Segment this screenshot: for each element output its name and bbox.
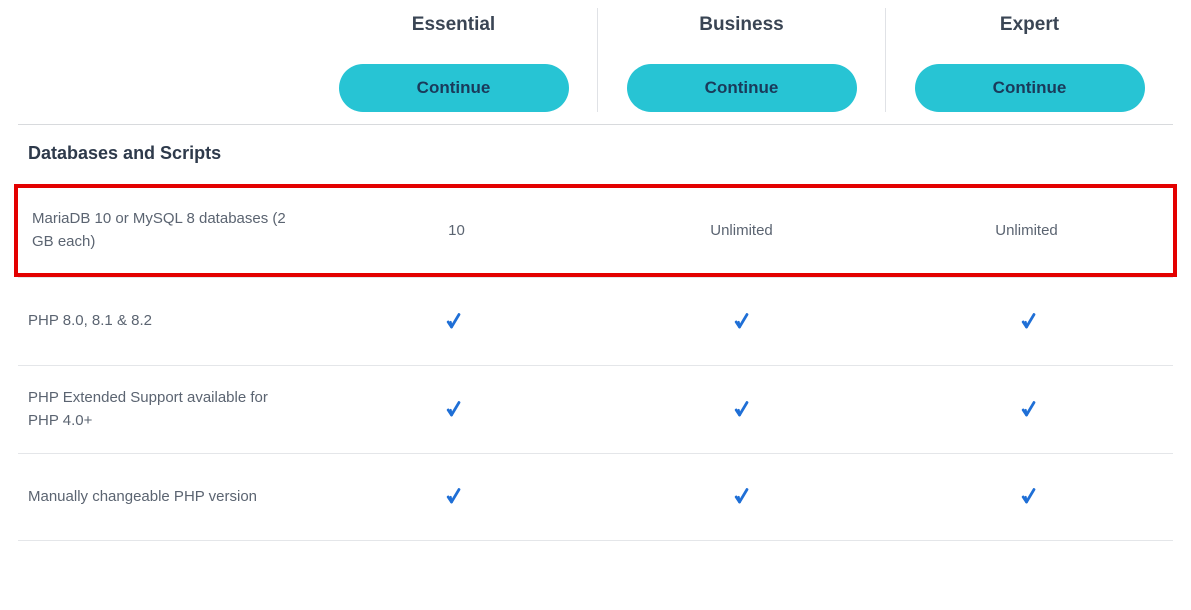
feature-label: PHP 8.0, 8.1 & 8.2 <box>18 290 310 353</box>
feature-value: 10 <box>314 202 599 259</box>
plan-column-essential: Essential Continue <box>310 8 597 112</box>
table-row: PHP Extended Support available for PHP 4… <box>18 365 1173 453</box>
check-icon <box>732 399 752 421</box>
feature-label: Manually changeable PHP version <box>18 466 310 529</box>
feature-value <box>885 379 1173 441</box>
plan-header-row: Essential Continue Business Continue Exp… <box>18 8 1173 112</box>
check-icon <box>444 399 464 421</box>
continue-button-business[interactable]: Continue <box>627 64 857 112</box>
check-icon <box>732 486 752 508</box>
table-row: PHP 8.0, 8.1 & 8.2 <box>18 277 1173 365</box>
continue-button-essential[interactable]: Continue <box>339 64 569 112</box>
feature-value <box>310 466 598 528</box>
feature-label: PHP Extended Support available for PHP 4… <box>18 367 310 452</box>
feature-label: MariaDB 10 or MySQL 8 databases (2 GB ea… <box>22 188 314 273</box>
check-icon <box>444 486 464 508</box>
check-icon <box>732 311 752 333</box>
plan-name-expert: Expert <box>901 14 1158 36</box>
table-row: MariaDB 10 or MySQL 8 databases (2 GB ea… <box>14 184 1177 277</box>
check-icon <box>1019 486 1039 508</box>
feature-value <box>598 466 886 528</box>
plan-name-essential: Essential <box>325 14 582 36</box>
feature-value <box>310 379 598 441</box>
feature-value: Unlimited <box>599 202 884 259</box>
section-title: Databases and Scripts <box>18 124 1173 184</box>
feature-value <box>310 291 598 353</box>
plan-column-expert: Expert Continue <box>885 8 1173 112</box>
check-icon <box>1019 399 1039 421</box>
continue-button-expert[interactable]: Continue <box>915 64 1145 112</box>
check-icon <box>1019 311 1039 333</box>
check-icon <box>444 311 464 333</box>
table-row: Manually changeable PHP version <box>18 453 1173 541</box>
feature-value <box>598 379 886 441</box>
plan-name-business: Business <box>613 14 870 36</box>
feature-value: Unlimited <box>884 202 1169 259</box>
feature-value <box>885 466 1173 528</box>
feature-value <box>885 291 1173 353</box>
plan-column-business: Business Continue <box>597 8 885 112</box>
feature-value <box>598 291 886 353</box>
